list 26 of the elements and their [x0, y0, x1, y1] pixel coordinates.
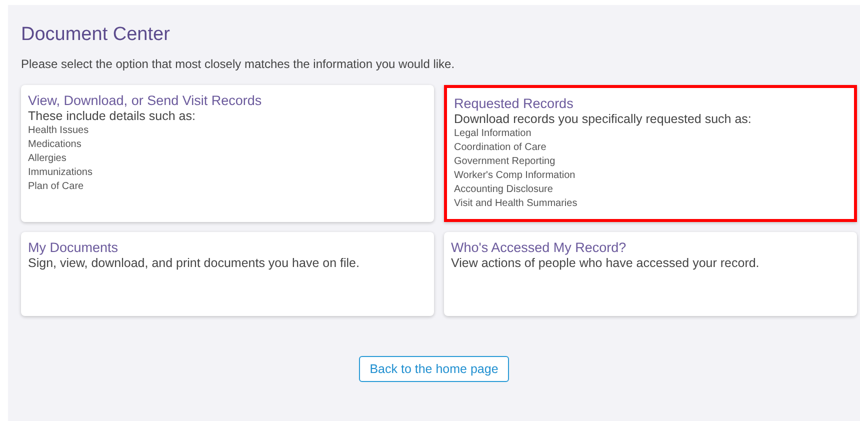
detail-item: Allergies [28, 152, 68, 166]
card-title: Who's Accessed My Record? [451, 240, 628, 256]
detail-item: Coordination of Care [454, 141, 548, 155]
card-description: These include details such as: [28, 109, 196, 124]
card-title: View, Download, or Send Visit Records [28, 93, 263, 109]
detail-item: Visit and Health Summaries [454, 197, 578, 211]
detail-item: Accounting Disclosure [454, 183, 554, 197]
option-card[interactable]: View, Download, or Send Visit Records These include details such as: Health Issues Medications Allergies Immunizations Plan of Care [21, 85, 434, 222]
card-title: Requested Records [454, 96, 574, 112]
option-card[interactable]: My Documents Sign, view, download, and print documents you have on file. [21, 232, 434, 316]
detail-item: Worker's Comp Information [454, 169, 576, 183]
card-title: My Documents [28, 240, 120, 256]
option-card[interactable] [444, 85, 857, 222]
option-card[interactable]: Who's Accessed My Record? View actions of people who have accessed your record. [444, 232, 857, 316]
card-description: Download records you specifically requested such as: [454, 112, 752, 127]
detail-item: Legal Information [454, 127, 532, 141]
back-button[interactable]: Back to the home page [358, 356, 510, 382]
detail-item: Plan of Care [28, 180, 85, 194]
card-description: Sign, view, download, and print documents you have on file. [28, 256, 360, 271]
detail-item: Government Reporting [454, 155, 556, 169]
detail-item: Immunizations [28, 166, 94, 180]
detail-item: Medications [28, 138, 82, 152]
page-title: Document Center [21, 23, 171, 47]
detail-item: Health Issues [28, 124, 90, 138]
intro-text: Please select the option that most closely matches the information you would like. [21, 56, 456, 73]
card-description: View actions of people who have accessed your record. [451, 256, 760, 271]
